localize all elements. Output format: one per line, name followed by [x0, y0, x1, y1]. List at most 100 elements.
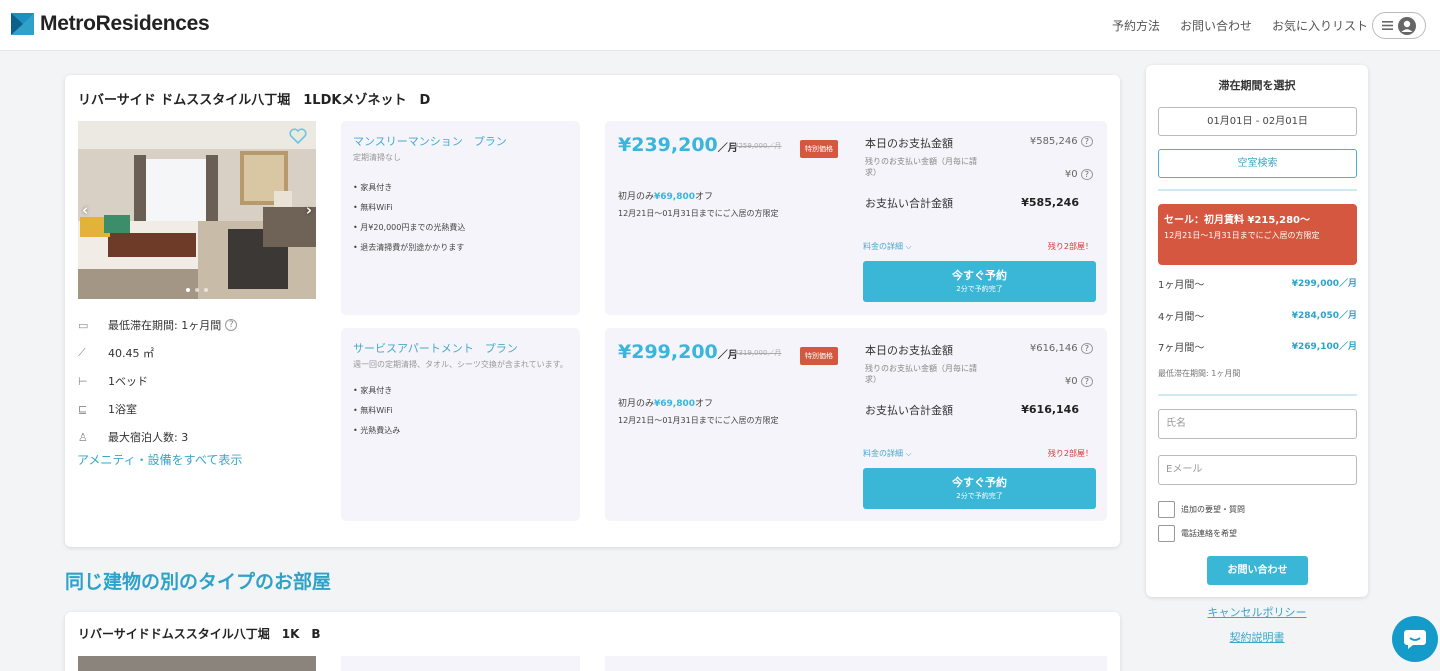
pay-today-label: 本日のお支払金額	[865, 137, 953, 150]
person-icon: ♙	[78, 430, 88, 444]
spec-min-stay: ▭ 最低滞在期間: 1ヶ月間 ?	[78, 311, 318, 339]
info-icon[interactable]: ?	[1080, 376, 1093, 387]
pay-today-value: ¥616,146 ?	[1030, 343, 1093, 354]
plan-price: ¥299,200／月	[618, 341, 738, 363]
plan-feature: 家具付き	[353, 381, 568, 401]
room-photo	[78, 121, 316, 299]
nav-favorites[interactable]: お気に入りリスト	[1272, 17, 1368, 34]
listing-photo[interactable]	[78, 656, 316, 671]
top-nav: 予約方法 お問い合わせ お気に入りリスト	[1112, 17, 1368, 34]
spec-bath: ⊑ 1浴室	[78, 402, 137, 417]
user-avatar-icon	[1398, 16, 1416, 35]
contact-submit-button[interactable]: お問い合わせ	[1207, 556, 1308, 585]
other-rooms-heading: 同じ建物の別のタイプのお部屋	[65, 571, 332, 593]
special-price-badge: 特別価格	[800, 140, 838, 158]
plan-features: 家具付き 無料WiFi 月¥20,000円までの光熱費込 退去清掃費が別途かかり…	[353, 178, 568, 258]
site-header: MetroResidences 予約方法 お問い合わせ お気に入りリスト	[0, 0, 1440, 51]
plan-feature: 退去清掃費が別途かかります	[353, 238, 568, 258]
second-listing-card[interactable]: リバーサイドドムススタイル八丁堀 1K B	[65, 612, 1120, 671]
photo-prev-arrow-icon[interactable]: ‹	[82, 201, 88, 219]
info-icon[interactable]: ?	[1080, 136, 1093, 147]
carousel-dot[interactable]	[195, 288, 199, 292]
carousel-dot[interactable]	[186, 288, 190, 292]
nav-booking-method[interactable]: 予約方法	[1112, 17, 1160, 34]
phone-contact-checkbox-row[interactable]: 電話連絡を希望	[1158, 525, 1237, 542]
spec-guests: ♙ 最大宿泊人数: 3	[78, 430, 189, 445]
cancel-policy-link[interactable]: キャンセルポリシー	[1146, 604, 1368, 620]
total-label: お支払い合計金額	[865, 404, 953, 417]
nav-contact[interactable]: お問い合わせ	[1180, 17, 1252, 34]
extra-request-checkbox[interactable]	[1158, 501, 1175, 518]
plan-feature: 無料WiFi	[353, 198, 568, 218]
book-now-button[interactable]: 今すぐ予約 2分で予約完了	[863, 468, 1096, 509]
divider	[1158, 394, 1357, 396]
bed-icon: ⊢	[78, 374, 88, 388]
original-price: ¥259,000／月	[734, 142, 782, 150]
remaining-label: 残りのお支払い金額（月毎に請求）	[865, 157, 977, 177]
special-price-badge: 特別価格	[800, 347, 838, 365]
vacancy-search-button[interactable]: 空室検索	[1158, 149, 1357, 178]
phone-contact-checkbox[interactable]	[1158, 525, 1175, 542]
photo-next-arrow-icon[interactable]: ›	[306, 201, 312, 219]
chat-button[interactable]	[1392, 616, 1438, 662]
plan-feature: 月¥20,000円までの光熱費込	[353, 218, 568, 238]
calendar-icon: ▭	[78, 318, 89, 332]
remaining-rooms: 残り2部屋！	[1047, 242, 1093, 251]
plan-feature: 無料WiFi	[353, 401, 568, 421]
sale-banner: セール：初月賃料 ¥215,280～ 12月21日～1月31日までにご入居の方限…	[1158, 204, 1357, 265]
info-icon[interactable]: ?	[1080, 169, 1093, 180]
price-detail-link[interactable]: 料金の詳細 ⌵	[863, 241, 912, 252]
price-detail-link[interactable]: 料金の詳細 ⌵	[863, 448, 912, 459]
listing-specs: ▭ 最低滞在期間: 1ヶ月間 ? ⟋ 40.45 ㎡ ⊢ 1ベッド ⊑ 1浴室 …	[78, 311, 318, 451]
booking-sidebar: 滞在期間を選択 01月01日 - 02月01日 空室検索 セール：初月賃料 ¥2…	[1146, 65, 1368, 597]
info-icon[interactable]: ?	[1080, 343, 1093, 354]
pricing-box	[605, 656, 1107, 671]
plan-serviced-box: サービスアパートメント プラン 週一回の定期清掃、タオル、シーツ交換が含まれてい…	[341, 328, 580, 521]
carousel-dot[interactable]	[204, 288, 208, 292]
remaining-value: ¥0 ?	[1065, 376, 1093, 387]
logo-mark-icon	[11, 13, 34, 35]
total-label: お支払い合計金額	[865, 197, 953, 210]
first-month-discount: 初月のみ¥69,800オフ	[618, 192, 714, 202]
pay-today-value: ¥585,246 ?	[1030, 136, 1093, 147]
listing-card: リバーサイド ドムススタイル八丁堀 1LDKメゾネット D ‹ › ▭ 最低滞在…	[65, 75, 1120, 547]
original-price: ¥319,000／月	[734, 349, 782, 357]
discount-condition: 12月21日～01月31日までにご入居の方限定	[618, 209, 779, 218]
name-input[interactable]: 氏名	[1158, 409, 1357, 439]
divider	[1158, 189, 1357, 191]
email-input[interactable]: Eメール	[1158, 455, 1357, 485]
rate-row: 7ヶ月間～ ¥269,100／月	[1158, 342, 1357, 354]
plan-title: サービスアパートメント プラン	[353, 342, 518, 355]
sale-condition: 12月21日～1月31日までにご入居の方限定	[1164, 231, 1320, 240]
extra-request-checkbox-row[interactable]: 追加の要望・質問	[1158, 501, 1245, 518]
plan-monthly-box: マンスリーマンション プラン 定期清掃なし 家具付き 無料WiFi 月¥20,0…	[341, 121, 580, 315]
total-value: ¥585,246	[1021, 196, 1079, 209]
favorite-heart-icon[interactable]	[289, 128, 307, 144]
remaining-label: 残りのお支払い金額（月毎に請求）	[865, 364, 977, 384]
total-value: ¥616,146	[1021, 403, 1079, 416]
discount-condition: 12月21日～01月31日までにご入居の方限定	[618, 416, 779, 425]
carousel-dots	[78, 288, 316, 292]
info-icon[interactable]: ?	[225, 319, 238, 331]
listing-photo-carousel[interactable]: ‹ ›	[78, 121, 316, 299]
menu-icon	[1382, 21, 1393, 30]
spec-beds: ⊢ 1ベッド	[78, 374, 148, 389]
bath-icon: ⊑	[78, 402, 88, 416]
amenities-link[interactable]: アメニティ・設備をすべて表示	[77, 451, 242, 468]
plan-serviced-pricing: ¥299,200／月 ¥319,000／月 特別価格 初月のみ¥69,800オフ…	[605, 328, 1107, 521]
plan-price: ¥239,200／月	[618, 134, 738, 156]
listing-title: リバーサイド ドムススタイル八丁堀 1LDKメゾネット D	[78, 93, 431, 108]
plan-title: マンスリーマンション プラン	[353, 135, 507, 148]
plan-subtitle: 週一回の定期清掃、タオル、シーツ交換が含まれています。	[353, 360, 568, 369]
logo[interactable]: MetroResidences	[11, 12, 210, 36]
stay-period-title: 滞在期間を選択	[1218, 79, 1296, 92]
rate-row: 1ヶ月間～ ¥299,000／月	[1158, 279, 1357, 291]
user-menu-button[interactable]	[1372, 12, 1426, 39]
book-now-button[interactable]: 今すぐ予約 2分で予約完了	[863, 261, 1096, 302]
plan-monthly-pricing: ¥239,200／月 ¥259,000／月 特別価格 初月のみ¥69,800オフ…	[605, 121, 1107, 315]
remaining-value: ¥0 ?	[1065, 169, 1093, 180]
contract-link[interactable]: 契約説明書	[1146, 629, 1368, 645]
rate-row: 4ヶ月間～ ¥284,050／月	[1158, 311, 1357, 323]
min-stay-note: 最低滞在期間: 1ヶ月間	[1158, 369, 1241, 378]
date-range-input[interactable]: 01月01日 - 02月01日	[1158, 107, 1357, 136]
